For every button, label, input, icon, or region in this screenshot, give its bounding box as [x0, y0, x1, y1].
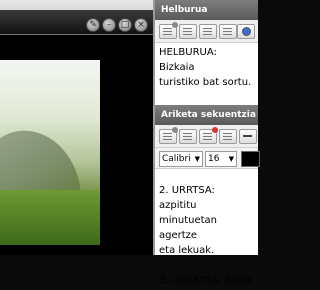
maximize-button[interactable]: □ [118, 18, 132, 32]
copy-icon [223, 133, 232, 140]
eye-icon [242, 27, 251, 36]
add-item-button[interactable] [159, 127, 178, 144]
minus-icon [243, 135, 252, 137]
badge-icon [172, 22, 178, 28]
font-value: Calibri [162, 154, 191, 164]
list-icon [223, 28, 232, 35]
copy-icon [203, 28, 212, 35]
delete-item-button[interactable] [199, 127, 218, 144]
copy-button[interactable] [199, 24, 217, 39]
ariketa-text[interactable]: 2. URRTSA: azpititu minutuetan agertze e… [155, 169, 258, 290]
panel-header-ariketa: Ariketa sekuentzia [155, 105, 258, 125]
close-button[interactable]: × [134, 18, 148, 32]
media-player-window: ✎ – □ × [0, 0, 153, 255]
list-icon [183, 28, 192, 35]
remove-button[interactable] [239, 129, 257, 144]
list-icon [203, 133, 212, 140]
panel-header-helburua: Helburua [155, 0, 258, 20]
list-button[interactable] [159, 22, 178, 39]
chevron-down-icon: ▼ [228, 155, 234, 163]
list-button-3[interactable] [219, 24, 237, 39]
list-button-4[interactable] [179, 129, 197, 144]
media-titlebar: ✎ – □ × [0, 0, 153, 35]
chevron-down-icon: ▼ [194, 155, 200, 163]
helburua-text[interactable]: HELBURUA: Bizkaia turistiko bat sortu. [155, 43, 258, 105]
toolbar-bottom [155, 125, 258, 148]
font-color-swatch[interactable] [241, 151, 260, 167]
preview-button[interactable] [237, 24, 255, 39]
delete-icon [212, 127, 218, 133]
minimize-button[interactable]: – [102, 18, 116, 32]
size-value: 16 [208, 154, 220, 164]
toolbar-top [155, 20, 258, 43]
list-icon [183, 133, 192, 140]
size-select[interactable]: 16 ▼ [205, 151, 237, 167]
video-frame[interactable] [0, 60, 100, 245]
copy-button-2[interactable] [219, 129, 237, 144]
grass-image [0, 190, 100, 245]
list-button-2[interactable] [179, 24, 197, 39]
badge-icon [172, 127, 178, 133]
list-icon [163, 28, 172, 35]
side-panel: Helburua HELBURUA: Bizkaia turistiko bat… [153, 0, 260, 286]
font-select[interactable]: Calibri ▼ [159, 151, 203, 167]
tools-button[interactable]: ✎ [86, 18, 100, 32]
format-bar: Calibri ▼ 16 ▼ [155, 148, 260, 169]
list-icon [163, 133, 172, 140]
